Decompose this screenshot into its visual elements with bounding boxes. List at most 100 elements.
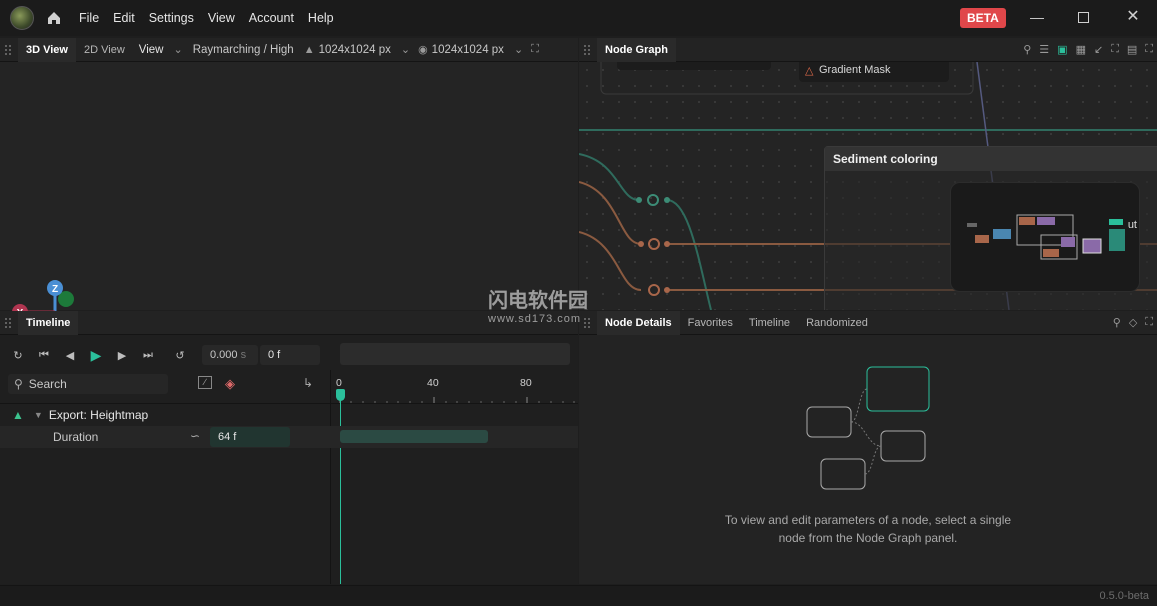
watermark-url: www.sd173.com xyxy=(488,313,582,325)
beta-badge[interactable]: BETA xyxy=(960,8,1006,28)
grid-icon[interactable]: ▦ xyxy=(1072,43,1090,56)
minimize-icon[interactable]: — xyxy=(1030,10,1044,24)
view3d-header: 3D View 2D View View ⌄ Raymarching / Hig… xyxy=(0,37,578,62)
tab-favorites[interactable]: Favorites xyxy=(680,311,741,335)
viewport-3d[interactable]: Z X Y xyxy=(0,62,578,356)
search-field[interactable]: ⚲ Search xyxy=(8,374,168,394)
track-row[interactable]: ▲ ▼ Export: Heightmap xyxy=(0,404,330,426)
resolution-select[interactable]: 1024x1024 px xyxy=(319,44,397,56)
watermark: 闪电软件园 www.sd173.com xyxy=(488,284,588,325)
menu-file[interactable]: File xyxy=(72,11,106,25)
details-header: Node Details Favorites Timeline Randomiz… xyxy=(579,310,1157,335)
home-icon[interactable] xyxy=(46,10,62,26)
empty-state-illustration xyxy=(806,366,930,490)
empty-hint-line-2: node from the Node Graph panel. xyxy=(778,531,958,545)
diamond-icon[interactable]: ◇ xyxy=(1125,316,1141,329)
chevron-down-icon[interactable]: ⌄ xyxy=(510,43,527,56)
search-icon: ⚲ xyxy=(14,377,23,391)
duration-bar[interactable] xyxy=(340,430,488,443)
timeline-panel: ↻ ⏮ ◀ ▶ ▶ ⏭ ↺ 0.000 s 0 f ⚲ Search ∕ ◈ ↳… xyxy=(0,335,578,584)
axis-z-label: Z xyxy=(52,284,58,295)
list-icon[interactable]: ☰ xyxy=(1035,43,1053,56)
tab-2d-view[interactable]: 2D View xyxy=(76,38,133,62)
node-title: Gradient Mask xyxy=(819,64,891,76)
reset-icon[interactable]: ↻ xyxy=(10,349,26,362)
tab-3d-view[interactable]: 3D View xyxy=(18,37,76,62)
terrain-icon: ▲ xyxy=(303,43,315,56)
menu-account[interactable]: Account xyxy=(242,11,301,25)
zoom-100-icon[interactable]: ▤ xyxy=(1123,43,1141,56)
menu-edit[interactable]: Edit xyxy=(106,11,142,25)
ruler-label-0: 0 xyxy=(336,377,342,389)
app-logo xyxy=(10,6,34,30)
tab-node-graph[interactable]: Node Graph xyxy=(597,37,676,62)
loop-icon[interactable]: ↺ xyxy=(172,349,188,362)
param-name: Duration xyxy=(53,430,99,444)
search-icon[interactable]: ⚲ xyxy=(1019,43,1035,56)
param-value-field[interactable]: 64 f xyxy=(210,427,290,447)
curve-editor-icon[interactable]: ∕ xyxy=(198,376,212,389)
minimap-preview xyxy=(967,214,1125,260)
skip-end-icon[interactable]: ⏭ xyxy=(140,349,156,362)
play-icon[interactable]: ▶ xyxy=(88,347,104,364)
fullscreen-icon[interactable]: ⛶ xyxy=(1141,316,1157,329)
prev-key-icon[interactable]: ◀ xyxy=(62,349,78,362)
globe-icon: ◉ xyxy=(418,44,428,56)
collapse-triangle-icon[interactable]: ▼ xyxy=(34,410,43,420)
collapse-icon[interactable]: ↙ xyxy=(1090,43,1107,56)
panel-grip-icon[interactable] xyxy=(4,43,12,56)
menu-settings[interactable]: Settings xyxy=(142,11,201,25)
fullscreen-icon[interactable]: ⛶ xyxy=(527,43,543,56)
skip-start-icon[interactable]: ⏮ xyxy=(36,349,52,362)
next-key-icon[interactable]: ▶ xyxy=(114,349,130,362)
maximize-icon[interactable] xyxy=(1078,12,1089,23)
tab-node-details[interactable]: Node Details xyxy=(597,310,680,335)
node-graph-canvas[interactable]: △ Gradient Mask Sediment coloring ut xyxy=(579,62,1157,310)
empty-hint-line-1: To view and edit parameters of a node, s… xyxy=(724,513,1012,527)
chevron-down-icon[interactable]: ⌄ xyxy=(397,43,414,56)
chevron-down-icon[interactable]: ⌄ xyxy=(169,43,186,56)
minimap[interactable]: ut xyxy=(950,182,1140,292)
panel-grip-icon[interactable] xyxy=(583,43,591,56)
tab-randomized[interactable]: Randomized xyxy=(798,311,876,335)
title-bar: File Edit Settings View Account Help BET… xyxy=(0,0,1157,36)
menu-help[interactable]: Help xyxy=(301,11,341,25)
menu-view[interactable]: View xyxy=(201,11,242,25)
frame-title: Sediment coloring xyxy=(825,147,1157,171)
fullscreen-icon[interactable]: ⛶ xyxy=(1141,43,1157,56)
view-menu-button[interactable]: View xyxy=(133,44,170,56)
snap-icon[interactable]: ↳ xyxy=(303,376,313,390)
frame-all-icon[interactable]: ⛶ xyxy=(1107,43,1123,56)
ruler-label-40: 40 xyxy=(427,377,439,389)
tab-timeline-details[interactable]: Timeline xyxy=(741,311,798,335)
time-seconds-field[interactable]: 0.000 s xyxy=(202,345,258,365)
close-icon[interactable]: ✕ xyxy=(1126,9,1140,25)
graph-node[interactable] xyxy=(617,62,771,70)
warning-icon: △ xyxy=(805,65,814,77)
timeline-scrollbar[interactable] xyxy=(340,343,570,365)
nodegraph-header: Node Graph ⚲ ☰ ▣ ▦ ↙ ⛶ ▤ ⛶ xyxy=(579,37,1157,62)
time-unit: s xyxy=(240,349,247,361)
version-label: 0.5.0-beta xyxy=(1099,590,1149,602)
param-row[interactable]: Duration ∽ 64 f xyxy=(0,426,578,448)
tab-timeline[interactable]: Timeline xyxy=(18,310,79,335)
search-placeholder: Search xyxy=(28,377,67,391)
panel-grip-icon[interactable] xyxy=(4,316,12,329)
status-bar: 0.5.0-beta xyxy=(0,585,1157,606)
minimap-toggle-icon[interactable]: ▣ xyxy=(1053,43,1071,56)
frame-field[interactable]: 0 f xyxy=(260,345,320,365)
menu-bar: File Edit Settings View Account Help xyxy=(72,11,341,25)
render-mode-select[interactable]: Raymarching / High xyxy=(187,44,300,56)
time-seconds-value: 0.000 xyxy=(210,349,238,361)
export-resolution-select[interactable]: 1024x1024 px xyxy=(432,44,510,56)
watermark-title: 闪电软件园 xyxy=(488,290,588,312)
export-icon: ▲ xyxy=(12,408,24,422)
track-name: Export: Heightmap xyxy=(48,408,149,422)
node-details-panel: To view and edit parameters of a node, s… xyxy=(579,335,1157,584)
keyframe-icon[interactable]: ◈ xyxy=(225,376,235,392)
gradient-mask-node[interactable]: △ Gradient Mask xyxy=(799,62,949,82)
curve-icon[interactable]: ∽ xyxy=(190,429,200,443)
minimap-label: ut xyxy=(1127,219,1137,231)
playback-controls: ↻ ⏮ ◀ ▶ ▶ ⏭ ↺ 0.000 s 0 f xyxy=(0,343,320,367)
search-icon[interactable]: ⚲ xyxy=(1109,316,1125,329)
